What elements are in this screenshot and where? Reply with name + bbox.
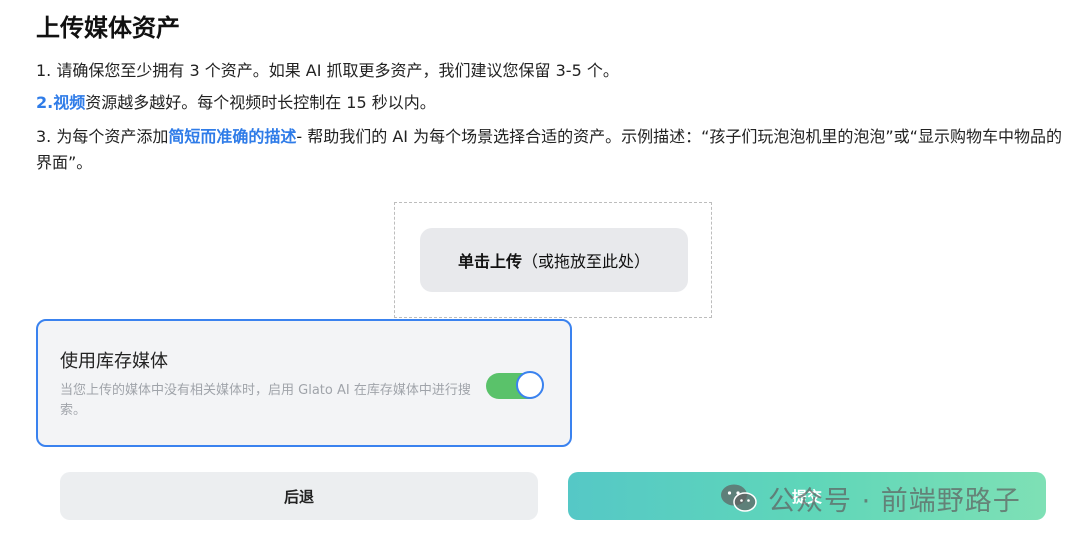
upload-label-hint: （或拖放至此处） [522, 252, 651, 271]
toggle-knob [516, 371, 544, 399]
watermark-text: 公众号 · 前端野路子 [768, 485, 1021, 517]
back-button[interactable]: 后退 [60, 472, 538, 520]
upload-button[interactable]: 单击上传 （或拖放至此处） [420, 228, 688, 292]
instruction-line-3-prefix: 3. 为每个资产添加 [36, 127, 169, 146]
instruction-highlight-video: 2.视频 [36, 93, 86, 112]
instruction-line-3: 3. 为每个资产添加简短而准确的描述- 帮助我们的 AI 为每个场景选择合适的资… [36, 124, 1072, 176]
instruction-line-2-text: 资源越多越好。每个视频时长控制在 15 秒以内。 [85, 93, 436, 112]
stock-media-description: 当您上传的媒体中没有相关媒体时，启用 Glato AI 在库存媒体中进行搜索。 [60, 383, 471, 418]
page-title: 上传媒体资产 [36, 14, 180, 42]
wechat-icon [721, 484, 757, 512]
instruction-line-2: 2.视频资源越多越好。每个视频时长控制在 15 秒以内。 [36, 90, 1072, 116]
instruction-line-1: 1. 请确保您至少拥有 3 个资产。如果 AI 抓取更多资产，我们建议您保留 3… [36, 61, 619, 80]
stock-media-title: 使用库存媒体 [60, 351, 168, 372]
instruction-highlight-description: 简短而准确的描述 [168, 127, 297, 146]
stock-media-toggle[interactable] [486, 371, 544, 399]
watermark: 公众号 · 前端野路子 [720, 478, 1021, 518]
stock-media-card: 使用库存媒体 当您上传的媒体中没有相关媒体时，启用 Glato AI 在库存媒体… [36, 319, 572, 447]
upload-label-bold: 单击上传 [457, 252, 522, 271]
